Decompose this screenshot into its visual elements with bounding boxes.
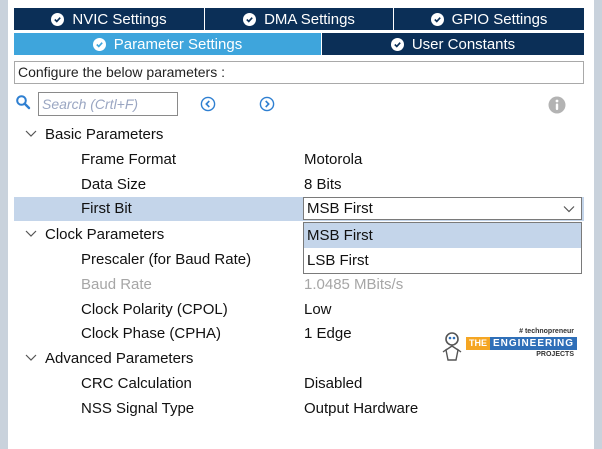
- dropdown-option-msb-first[interactable]: MSB First: [304, 223, 581, 248]
- param-label: First Bit: [81, 200, 132, 217]
- group-label: Basic Parameters: [45, 126, 164, 143]
- search-input[interactable]: [38, 92, 178, 116]
- info-icon[interactable]: [548, 96, 566, 114]
- param-label: Frame Format: [81, 151, 177, 168]
- tabs-row-top: NVIC Settings DMA Settings GPIO Settings: [14, 8, 584, 30]
- tab-label: DMA Settings: [264, 10, 355, 28]
- param-label: CRC Calculation: [81, 375, 192, 392]
- watermark-word-the: THE: [466, 337, 490, 350]
- param-value: 8 Bits: [304, 176, 342, 193]
- param-label: Data Size: [81, 176, 147, 193]
- group-basic-parameters[interactable]: Basic Parameters: [14, 123, 584, 147]
- param-row-frame-format[interactable]: Frame Format Motorola: [14, 148, 584, 172]
- watermark-wordmark: THE ENGINEERING: [466, 337, 578, 350]
- search-icon[interactable]: [15, 94, 31, 110]
- tab-dma-settings[interactable]: DMA Settings: [205, 8, 394, 30]
- tab-nvic-settings[interactable]: NVIC Settings: [14, 8, 205, 30]
- check-circle-icon: [92, 37, 106, 51]
- tab-label: NVIC Settings: [72, 10, 167, 28]
- param-row-data-size[interactable]: Data Size 8 Bits: [14, 173, 584, 197]
- tab-user-constants[interactable]: User Constants: [322, 33, 584, 55]
- param-value: Output Hardware: [304, 400, 419, 417]
- dropdown-option-lsb-first[interactable]: LSB First: [304, 248, 581, 273]
- param-value: 1.0485 MBits/s: [304, 276, 404, 293]
- group-label: Clock Parameters: [45, 226, 165, 243]
- tabs-row-bottom: Parameter Settings User Constants: [14, 33, 584, 55]
- first-bit-select[interactable]: MSB First: [303, 197, 582, 220]
- select-value: MSB First: [307, 200, 373, 217]
- chevron-down-icon: [25, 230, 37, 237]
- param-value: Disabled: [304, 375, 363, 392]
- first-bit-dropdown-list: MSB First LSB First: [303, 222, 582, 274]
- param-value: 1 Edge: [304, 325, 352, 342]
- param-row-crc-calculation[interactable]: CRC Calculation Disabled: [14, 372, 584, 396]
- check-circle-icon: [430, 12, 444, 26]
- watermark-word-engineering: ENGINEERING: [490, 337, 578, 350]
- watermark-tagline: # technopreneur: [519, 328, 574, 335]
- param-row-nss-signal-type[interactable]: NSS Signal Type Output Hardware: [14, 397, 584, 421]
- tab-label: GPIO Settings: [451, 10, 548, 28]
- param-row-clock-polarity[interactable]: Clock Polarity (CPOL) Low: [14, 298, 584, 322]
- description-label: Configure the below parameters :: [14, 61, 584, 84]
- param-label: Clock Polarity (CPOL): [81, 301, 228, 318]
- param-label: NSS Signal Type: [81, 400, 195, 417]
- param-value: Motorola: [304, 151, 363, 168]
- param-row-baud-rate: Baud Rate 1.0485 MBits/s: [14, 273, 584, 297]
- tab-label: Parameter Settings: [113, 35, 243, 53]
- window-frame-right: [594, 0, 602, 449]
- chevron-down-icon: [25, 354, 37, 361]
- watermark-logo: # technopreneur THE ENGINEERING PROJECTS: [440, 328, 578, 366]
- check-circle-icon: [390, 37, 404, 51]
- watermark-word-projects: PROJECTS: [536, 351, 574, 358]
- search-previous-icon[interactable]: [200, 96, 216, 112]
- tab-parameter-settings[interactable]: Parameter Settings: [14, 33, 322, 55]
- param-label: Clock Phase (CPHA): [81, 325, 222, 342]
- param-label: Prescaler (for Baud Rate): [81, 251, 252, 268]
- robot-logo-icon: [442, 332, 462, 361]
- param-label: Baud Rate: [81, 276, 152, 293]
- check-circle-icon: [243, 12, 257, 26]
- param-value: Low: [304, 301, 332, 318]
- window-frame-left: [0, 0, 8, 449]
- chevron-down-icon: [25, 130, 37, 137]
- check-circle-icon: [51, 12, 65, 26]
- group-label: Advanced Parameters: [45, 350, 194, 367]
- chevron-down-icon: [563, 206, 575, 213]
- search-next-icon[interactable]: [259, 96, 275, 112]
- tab-label: User Constants: [411, 35, 516, 53]
- tab-gpio-settings[interactable]: GPIO Settings: [394, 8, 584, 30]
